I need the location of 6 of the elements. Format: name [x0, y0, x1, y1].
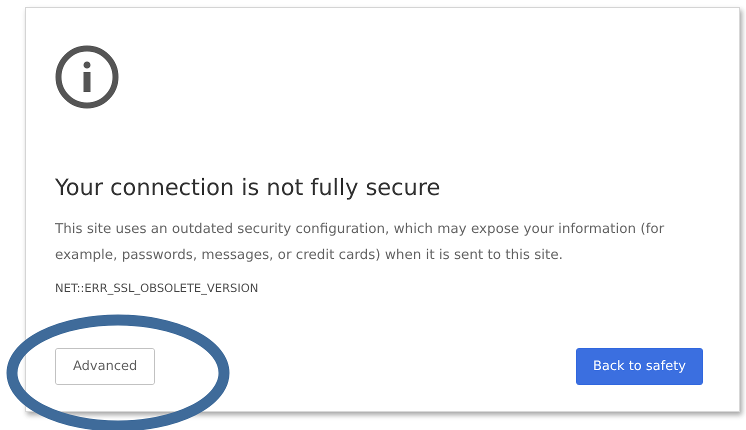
- back-button[interactable]: Back to safety: [576, 348, 703, 385]
- page-heading: Your connection is not fully secure: [55, 175, 442, 202]
- advanced-button[interactable]: Advanced: [55, 348, 156, 385]
- warning-message: This site uses an outdated security configuration, which may expose your information (for example, passwords, messages, or credit cards) when it is sent to this site.: [55, 220, 666, 265]
- info-icon: [55, 45, 119, 109]
- error-code: NET::ERR_SSL_OBSOLETE_VERSION: [55, 280, 260, 297]
